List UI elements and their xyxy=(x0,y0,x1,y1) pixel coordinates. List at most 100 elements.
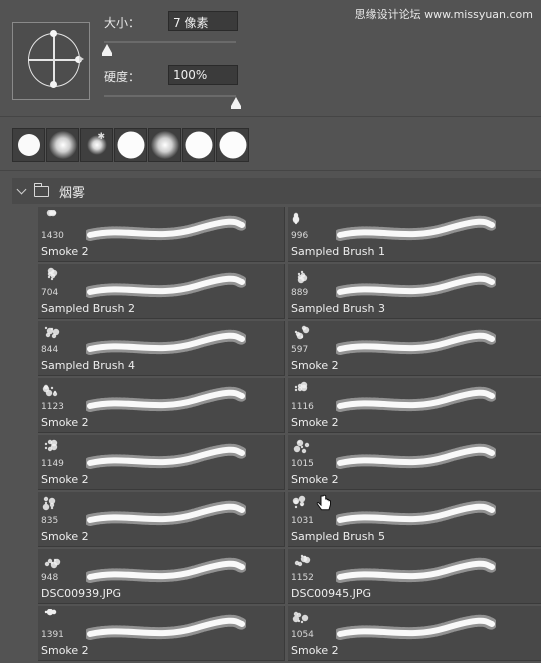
brush-item[interactable]: 1015 Smoke 2 xyxy=(288,435,541,490)
brush-tip-thumbnail-icon xyxy=(47,267,58,281)
brush-item[interactable]: 948 DSC00939.JPG xyxy=(38,549,285,604)
brush-stroke-preview xyxy=(336,215,496,241)
brush-name: Smoke 2 xyxy=(41,416,89,429)
preset-hard-round-xl[interactable] xyxy=(182,128,215,162)
brush-row: 1391 Smoke 2 1054 Smoke 2 xyxy=(38,606,541,662)
brush-name: DSC00945.JPG xyxy=(291,587,372,600)
brush-item[interactable]: 996 Sampled Brush 1 xyxy=(288,207,541,262)
preset-soft-round[interactable] xyxy=(46,128,79,162)
brush-tip-thumbnail-icon xyxy=(297,270,308,284)
size-slider-track[interactable] xyxy=(104,41,236,43)
hardness-field[interactable]: 100% xyxy=(168,65,238,85)
brush-tip-thumbnail-icon xyxy=(44,326,60,339)
brush-tip-thumbnail-icon xyxy=(46,210,57,217)
brush-name: Smoke 2 xyxy=(41,644,89,657)
brush-row: 1149 Smoke 2 1015 Smoke 2 xyxy=(38,435,541,491)
brush-name: Smoke 2 xyxy=(291,359,339,372)
preset-hard-round-xl-2[interactable] xyxy=(216,128,249,162)
brush-row: 835 Smoke 2 1031 Sampled Brush 5 xyxy=(38,492,541,548)
folder-icon xyxy=(33,182,49,197)
brush-tip-thumbnail-icon xyxy=(42,384,58,397)
preset-small-soft-round[interactable]: ✱ xyxy=(80,128,113,162)
brush-size-count: 1149 xyxy=(41,459,64,469)
brush-item[interactable]: 597 Smoke 2 xyxy=(288,321,541,376)
brush-row: 844 Sampled Brush 4 597 Smoke 2 xyxy=(38,321,541,377)
hard-round-tip-icon xyxy=(17,134,40,156)
angle-arrow-icon xyxy=(79,56,84,62)
brush-name: Sampled Brush 3 xyxy=(291,302,385,315)
brush-row: 1123 Smoke 2 1116 Smoke 2 xyxy=(38,378,541,434)
brush-tip-thumbnail-icon xyxy=(294,381,308,392)
brush-item[interactable]: 1123 Smoke 2 xyxy=(38,378,285,433)
brush-group-header[interactable]: 烟雾 xyxy=(12,178,541,204)
divider xyxy=(0,170,541,171)
soft-round-tip-icon xyxy=(48,131,77,159)
chevron-down-icon[interactable] xyxy=(16,184,27,194)
brush-size-count: 597 xyxy=(291,345,309,355)
brush-item[interactable]: 889 Sampled Brush 3 xyxy=(288,264,541,319)
brush-stroke-preview xyxy=(86,272,246,298)
brush-stroke-preview xyxy=(86,443,246,469)
brush-name: Smoke 2 xyxy=(41,530,89,543)
preset-soft-round-large[interactable] xyxy=(148,128,181,162)
roundness-handle-top[interactable] xyxy=(50,30,57,37)
brush-tip-thumbnail-icon xyxy=(294,554,311,567)
brush-size-count: 704 xyxy=(41,288,59,298)
brush-size-count: 996 xyxy=(291,231,309,241)
brush-item[interactable]: 844 Sampled Brush 4 xyxy=(38,321,285,376)
brush-row: 948 DSC00939.JPG 1152 DSC00945.JPG xyxy=(38,549,541,605)
brush-size-count: 1430 xyxy=(41,231,64,241)
hardness-slider-track[interactable] xyxy=(104,95,236,97)
hardness-slider-thumb[interactable] xyxy=(231,97,241,109)
brush-size-count: 1123 xyxy=(41,402,64,412)
soft-round-tip-icon xyxy=(86,135,107,155)
brush-name: Sampled Brush 2 xyxy=(41,302,135,315)
brush-tip-thumbnail-icon xyxy=(44,439,58,452)
hard-round-tip-icon xyxy=(219,131,246,159)
brush-item[interactable]: 1391 Smoke 2 xyxy=(38,606,285,661)
brush-stroke-preview xyxy=(336,614,496,640)
brush-tip-thumbnail-icon xyxy=(42,496,56,511)
brush-stroke-preview xyxy=(86,557,246,583)
brush-item[interactable]: 1116 Smoke 2 xyxy=(288,378,541,433)
brush-item[interactable]: 1054 Smoke 2 xyxy=(288,606,541,661)
brush-tip-thumbnail-icon xyxy=(292,495,306,509)
brush-angle-preview[interactable] xyxy=(12,22,90,100)
preset-hard-round-large[interactable] xyxy=(114,128,147,162)
brush-item[interactable]: 1152 DSC00945.JPG xyxy=(288,549,541,604)
brush-item[interactable]: 1149 Smoke 2 xyxy=(38,435,285,490)
brush-stroke-preview xyxy=(336,443,496,469)
brush-size-count: 1054 xyxy=(291,630,314,640)
preset-hard-round[interactable] xyxy=(12,128,45,162)
brush-name: Smoke 2 xyxy=(41,245,89,258)
brush-item[interactable]: 704 Sampled Brush 2 xyxy=(38,264,285,319)
brush-settings-panel: 大小： 7 像素 硬度： 100% xyxy=(0,0,541,120)
brush-name: Smoke 2 xyxy=(291,644,339,657)
brush-row: 704 Sampled Brush 2 889 Sampled Brush 3 xyxy=(38,264,541,320)
recent-brush-presets: ✱ xyxy=(12,128,249,164)
angle-axis-vertical xyxy=(53,33,55,87)
brush-tip-thumbnail-icon xyxy=(294,325,310,340)
divider xyxy=(0,116,541,117)
brush-tip-thumbnail-icon xyxy=(292,212,300,225)
brush-stroke-preview xyxy=(86,215,246,241)
brush-stroke-preview xyxy=(336,329,496,355)
brush-size-count: 948 xyxy=(41,573,59,583)
brush-tip-thumbnail-icon xyxy=(293,439,310,454)
brush-size-count: 844 xyxy=(41,345,59,355)
hard-round-tip-icon xyxy=(117,131,144,159)
soft-round-tip-icon xyxy=(150,131,179,159)
size-field[interactable]: 7 像素 xyxy=(168,11,238,31)
brush-item[interactable]: 1430 Smoke 2 xyxy=(38,207,285,262)
brush-size-count: 1391 xyxy=(41,630,64,640)
brush-size-count: 1116 xyxy=(291,402,314,412)
brush-stroke-preview xyxy=(86,329,246,355)
brush-stroke-preview xyxy=(86,500,246,526)
brush-item[interactable]: 835 Smoke 2 xyxy=(38,492,285,547)
size-slider-thumb[interactable] xyxy=(101,44,112,56)
hand-cursor-icon xyxy=(316,494,331,511)
roundness-handle-bottom[interactable] xyxy=(50,81,57,88)
brush-stroke-preview xyxy=(336,500,496,526)
brush-name: Sampled Brush 1 xyxy=(291,245,385,258)
brush-size-count: 1031 xyxy=(291,516,314,526)
